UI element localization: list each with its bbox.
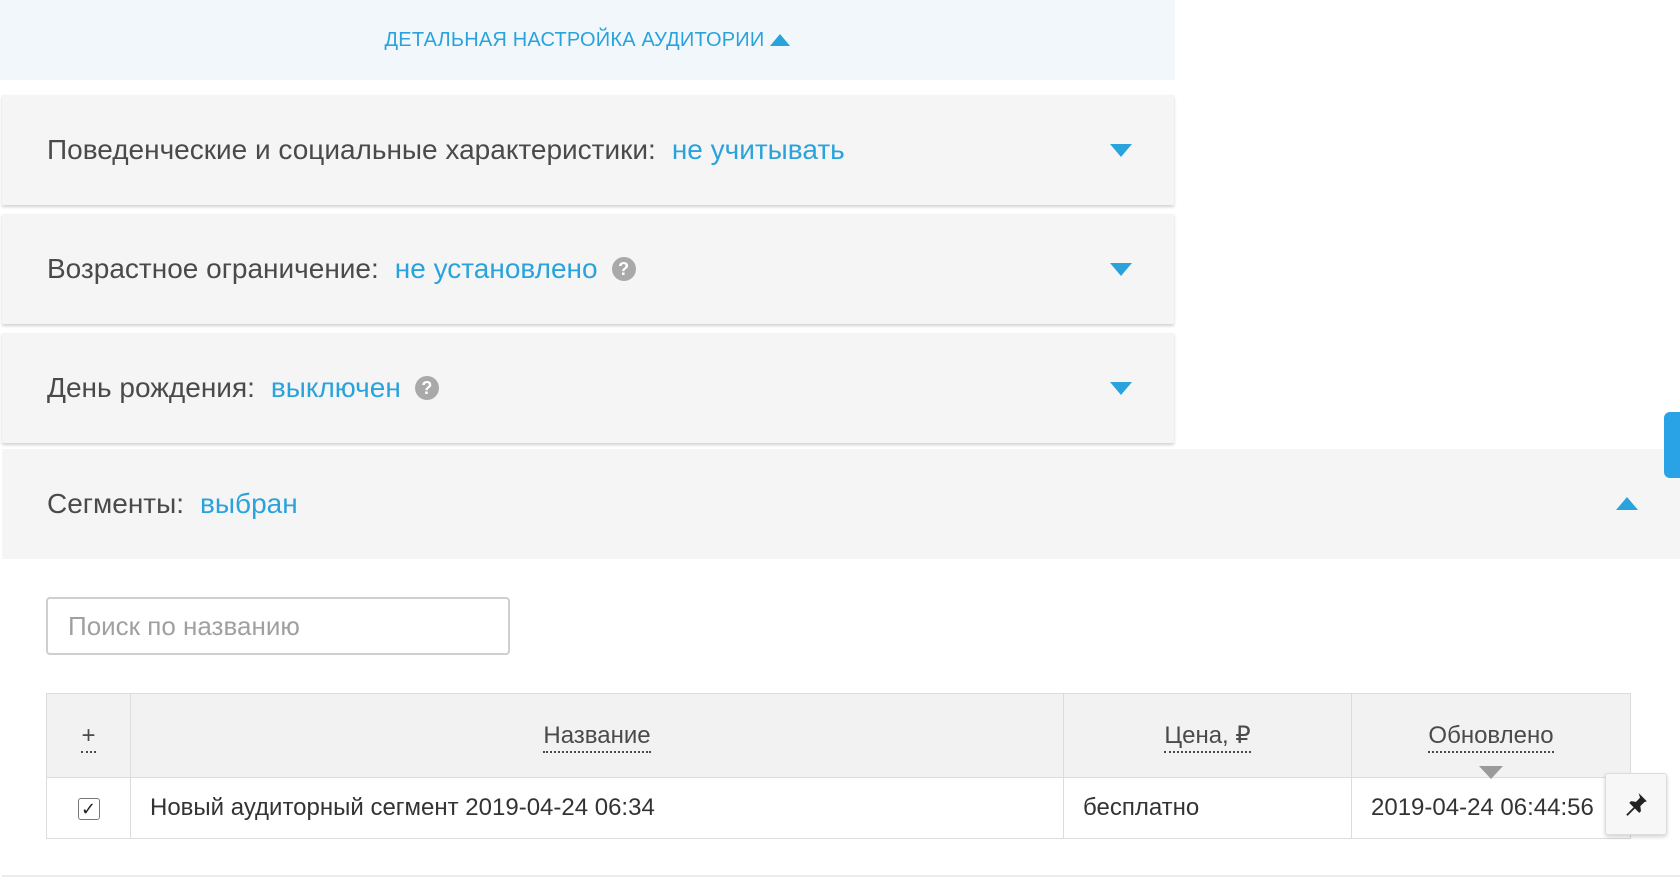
section-behavior[interactable]: Поведенческие и социальные характеристик… [2, 95, 1174, 205]
row-name: Новый аудиторный сегмент 2019-04-24 06:3… [130, 777, 1064, 839]
updated-column-header[interactable]: Обновлено [1351, 693, 1631, 779]
section-birthday[interactable]: День рождения: выключен ? [2, 333, 1174, 443]
sort-desc-icon [1479, 766, 1503, 779]
section-behavior-value[interactable]: не учитывать [672, 134, 845, 166]
row-updated: 2019-04-24 06:44:56 [1351, 777, 1631, 839]
section-segments[interactable]: Сегменты: выбран [2, 449, 1680, 559]
section-age-limit-label: Возрастное ограничение: [47, 253, 379, 284]
section-behavior-label: Поведенческие и социальные характеристик… [47, 134, 656, 165]
caret-down-icon[interactable] [1110, 144, 1132, 157]
name-column-header[interactable]: Название [130, 693, 1064, 778]
segments-table: + Название Цена, ₽ Обновлено ✓ Новый ауд… [46, 693, 1631, 839]
detail-settings-title: ДЕТАЛЬНАЯ НАСТРОЙКА АУДИТОРИИ [384, 28, 765, 51]
scroll-handle[interactable] [1664, 412, 1680, 478]
pin-icon [1626, 793, 1647, 816]
select-all-column[interactable]: + [46, 693, 131, 778]
caret-up-icon[interactable] [1616, 497, 1638, 510]
caret-up-icon [770, 34, 791, 46]
row-price: бесплатно [1063, 777, 1352, 839]
section-segments-label: Сегменты: [47, 488, 185, 519]
row-check-cell[interactable]: ✓ [46, 777, 131, 839]
section-age-limit[interactable]: Возрастное ограничение: не установлено ? [2, 214, 1174, 324]
name-column-label[interactable]: Название [543, 721, 651, 753]
table-header-row: + Название Цена, ₽ Обновлено [46, 693, 1631, 779]
section-segments-value[interactable]: выбран [200, 488, 298, 520]
segment-search-input[interactable] [46, 597, 510, 655]
section-birthday-value[interactable]: выключен [271, 372, 401, 404]
updated-column-label[interactable]: Обновлено [1428, 721, 1554, 753]
price-column-header[interactable]: Цена, ₽ [1063, 693, 1352, 778]
caret-down-icon[interactable] [1110, 263, 1132, 276]
section-age-limit-value[interactable]: не установлено [395, 253, 598, 285]
select-all-label[interactable]: + [81, 721, 96, 753]
caret-down-icon[interactable] [1110, 382, 1132, 395]
detail-settings-toggle[interactable]: ДЕТАЛЬНАЯ НАСТРОЙКА АУДИТОРИИ [0, 0, 1175, 80]
question-circle-icon[interactable]: ? [414, 376, 439, 400]
price-column-label[interactable]: Цена, ₽ [1164, 722, 1251, 753]
question-circle-icon[interactable]: ? [611, 257, 636, 281]
table-row[interactable]: ✓ Новый аудиторный сегмент 2019-04-24 06… [46, 777, 1631, 839]
pin-button[interactable] [1605, 773, 1667, 835]
section-birthday-label: День рождения: [47, 372, 255, 403]
row-checkbox[interactable]: ✓ [77, 797, 100, 820]
